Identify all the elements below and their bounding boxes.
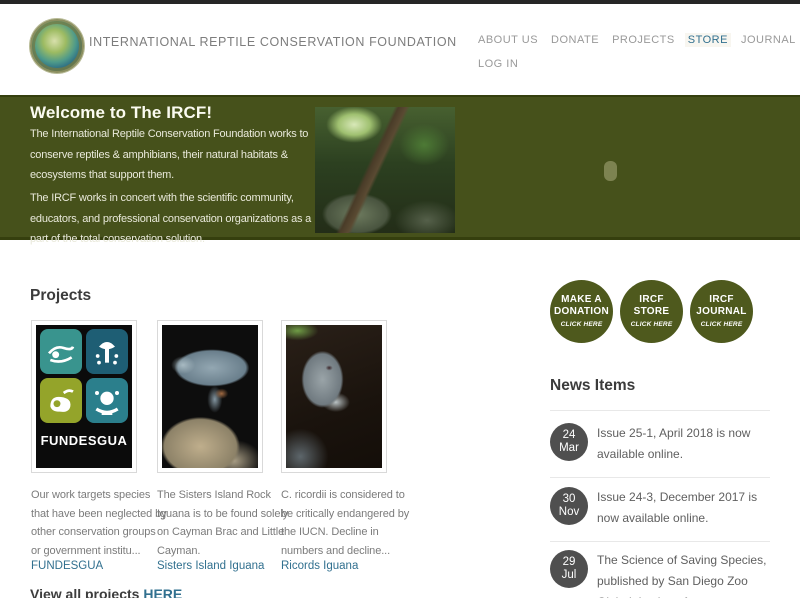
news-date-badge: 24 Mar <box>550 423 588 461</box>
fundesgua-tree-icon <box>86 329 128 374</box>
news-items-heading: News Items <box>550 377 636 394</box>
donation-button-line1: MAKE A <box>561 294 602 305</box>
project-description-sisters-island: The Sisters Island Rock Iguana is to be … <box>157 489 289 557</box>
carousel-scroll-thumb[interactable] <box>604 161 617 181</box>
journal-button-line1: IRCF <box>709 294 734 305</box>
fundesgua-frog-icon <box>40 378 82 423</box>
hero-paragraph-1: The International Reptile Conservation F… <box>30 128 309 181</box>
news-divider <box>550 477 770 478</box>
sisters-island-iguana-photo <box>162 325 258 468</box>
fundesgua-logo: FUNDESGUA <box>36 325 132 468</box>
hero-title: Welcome to The IRCF! <box>30 103 213 122</box>
nav-about-us[interactable]: ABOUT US <box>478 34 538 46</box>
fundesgua-tiles <box>40 329 128 423</box>
project-description-fundesgua: Our work targets species that have been … <box>31 489 167 557</box>
view-all-here-link[interactable]: HERE <box>143 586 182 598</box>
project-card-fundesgua[interactable]: FUNDESGUA <box>31 320 137 473</box>
site-header: INTERNATIONAL REPTILE CONSERVATION FOUND… <box>0 4 800 95</box>
fundesgua-fish-icon <box>40 329 82 374</box>
store-button-line1: IRCF <box>639 294 664 305</box>
ircf-journal-button[interactable]: IRCF JOURNAL CLICK HERE <box>690 280 753 343</box>
ircf-logo-icon[interactable] <box>30 19 84 73</box>
project-card-ricords[interactable] <box>281 320 387 473</box>
store-button-line2: STORE <box>633 306 670 317</box>
projects-heading: Projects <box>30 287 92 304</box>
news-day: 29 <box>562 556 576 568</box>
hero-banner: Welcome to The IRCF! The International R… <box>0 95 800 245</box>
news-item-text[interactable]: Issue 24-3, December 2017 is now availab… <box>597 487 777 529</box>
ricords-iguana-photo <box>286 325 382 468</box>
project-link-sisters-island[interactable]: Sisters Island Iguana <box>157 560 264 572</box>
news-divider <box>550 541 770 542</box>
news-day: 30 <box>562 493 576 505</box>
view-all-prefix: View all projects <box>30 586 140 598</box>
donation-button-sub: CLICK HERE <box>560 321 603 328</box>
news-item-text[interactable]: The Science of Saving Species, published… <box>597 550 777 598</box>
ircf-store-button[interactable]: IRCF STORE CLICK HERE <box>620 280 683 343</box>
news-date-badge: 30 Nov <box>550 487 588 525</box>
site-title: INTERNATIONAL REPTILE CONSERVATION FOUND… <box>89 35 457 49</box>
rainforest-photo <box>315 107 455 233</box>
news-month: Nov <box>558 506 580 518</box>
fundesgua-face-icon <box>86 378 128 423</box>
page: INTERNATIONAL REPTILE CONSERVATION FOUND… <box>0 0 800 598</box>
news-day: 24 <box>562 429 576 441</box>
main-nav-row2: LOG IN <box>478 58 518 70</box>
news-month: Mar <box>559 442 579 454</box>
nav-log-in[interactable]: LOG IN <box>478 58 518 70</box>
hero-paragraph-2: The IRCF works in concert with the scien… <box>30 192 312 245</box>
make-a-donation-button[interactable]: MAKE A DONATION CLICK HERE <box>550 280 613 343</box>
project-card-sisters-island[interactable] <box>157 320 263 473</box>
project-description-ricords: C. ricordii is considered to be critical… <box>281 489 410 557</box>
nav-journal[interactable]: JOURNAL <box>741 34 796 46</box>
news-date-badge: 29 Jul <box>550 550 588 588</box>
main-nav: ABOUT US DONATE PROJECTS STORE JOURNAL <box>478 33 796 47</box>
journal-button-line2: JOURNAL <box>696 306 747 317</box>
fundesgua-logo-text: FUNDESGUA <box>40 433 128 448</box>
project-link-ricords[interactable]: Ricords Iguana <box>281 560 358 572</box>
donation-button-line2: DONATION <box>554 306 609 317</box>
nav-projects[interactable]: PROJECTS <box>612 34 675 46</box>
view-all-projects: View all projects HERE <box>30 586 182 598</box>
nav-store[interactable]: STORE <box>684 33 731 47</box>
nav-donate[interactable]: DONATE <box>551 34 599 46</box>
news-divider <box>550 410 770 411</box>
store-button-sub: CLICK HERE <box>630 321 673 328</box>
news-month: Jul <box>561 569 577 581</box>
news-item-text[interactable]: Issue 25-1, April 2018 is now available … <box>597 423 777 465</box>
journal-button-sub: CLICK HERE <box>700 321 743 328</box>
project-link-fundesgua[interactable]: FUNDESGUA <box>31 560 103 572</box>
